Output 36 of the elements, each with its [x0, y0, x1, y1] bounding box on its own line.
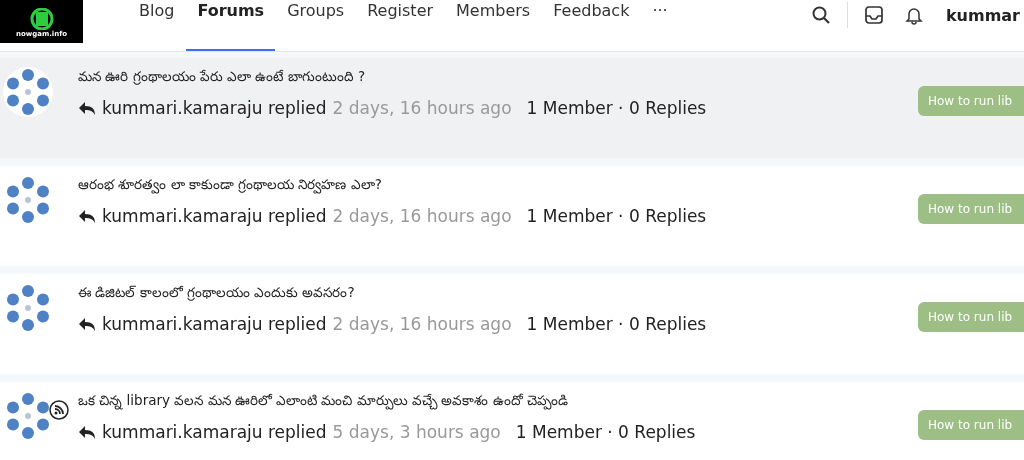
nav-tab[interactable]: Register [356, 0, 445, 51]
reply-time: 2 days, 16 hours ago [332, 206, 512, 226]
reply-icon [78, 316, 96, 332]
topic-stats: 1 Member · 0 Replies [515, 422, 696, 442]
nav-tab[interactable]: Feedback [542, 0, 641, 51]
topic-row[interactable]: ఆరంభ శూరత్వం లా కాకుండా గ్రంథాలయ నిర్వహణ ఎలా? kummari.kamaraju replied 2 days, 16 hours ago 1 Member · 0 Replies How to run lib [0, 166, 1024, 266]
avatar-icon[interactable] [2, 66, 54, 118]
reply-author[interactable]: kummari.kamaraju replied [102, 314, 327, 334]
reply-time: 5 days, 3 hours ago [332, 422, 501, 442]
topic-title[interactable]: మన ఊరి గ్రంథాలయం పేరు ఎలా ఉంటే బాగుంటుంది ? [78, 68, 707, 92]
topic-title[interactable]: ఆరంభ శూరత్వం లా కాకుండా గ్రంథాలయ నిర్వహణ ఎలా? [78, 176, 707, 200]
topic-row[interactable]: ఒక చిన్న library వలన మన ఊరిలో ఎలాంటి మంచి మార్పులు వచ్చే అవకాశం ఉందో చెప్పండి kummari.kamaraju replied 5 days, 3 hours ago 1 Member · 0 Replies How to run lib [0, 382, 1024, 460]
topic-stats: 1 Member · 0 Replies [526, 98, 707, 118]
nav-tab[interactable]: ··· [641, 0, 679, 51]
reply-author[interactable]: kummari.kamaraju replied [102, 98, 327, 118]
topic-title[interactable]: ఈ డిజిటల్ కాలంలో గ్రంథాలయం ఎందుకు అవసరం? [78, 284, 707, 308]
search-icon[interactable] [810, 5, 831, 25]
inbox-icon[interactable] [863, 5, 884, 25]
topic-row[interactable]: ఈ డిజిటల్ కాలంలో గ్రంథాలయం ఎందుకు అవసరం? kummari.kamaraju replied 2 days, 16 hours ago 1 Member · 0 Replies How to run lib [0, 274, 1024, 374]
nav-tab[interactable]: Members [445, 0, 542, 51]
bell-icon[interactable] [903, 5, 924, 25]
reply-time: 2 days, 16 hours ago [332, 314, 512, 334]
reply-icon [78, 100, 96, 116]
nav-tab[interactable]: Groups [276, 0, 356, 51]
reply-time: 2 days, 16 hours ago [332, 98, 512, 118]
reply-icon [78, 208, 96, 224]
topic-title[interactable]: ఒక చిన్న library వలన మన ఊరిలో ఎలాంటి మంచి మార్పులు వచ్చే అవకాశం ఉందో చెప్పండి [78, 392, 696, 416]
nav-tab[interactable]: Forums [186, 0, 276, 51]
reply-author[interactable]: kummari.kamaraju replied [102, 206, 327, 226]
reply-icon [78, 424, 96, 440]
nav-tab[interactable]: Blog [128, 0, 186, 51]
topic-stats: 1 Member · 0 Replies [526, 206, 707, 226]
topic-row[interactable]: మన ఊరి గ్రంథాలయం పేరు ఎలా ఉంటే బాగుంటుంది ? kummari.kamaraju replied 2 days, 16 hours ago 1 Member · 0 Replies How to run lib [0, 58, 1024, 158]
topic-stats: 1 Member · 0 Replies [526, 314, 707, 334]
user-name[interactable]: kummar [945, 5, 1020, 25]
reply-author[interactable]: kummari.kamaraju replied [102, 422, 327, 442]
